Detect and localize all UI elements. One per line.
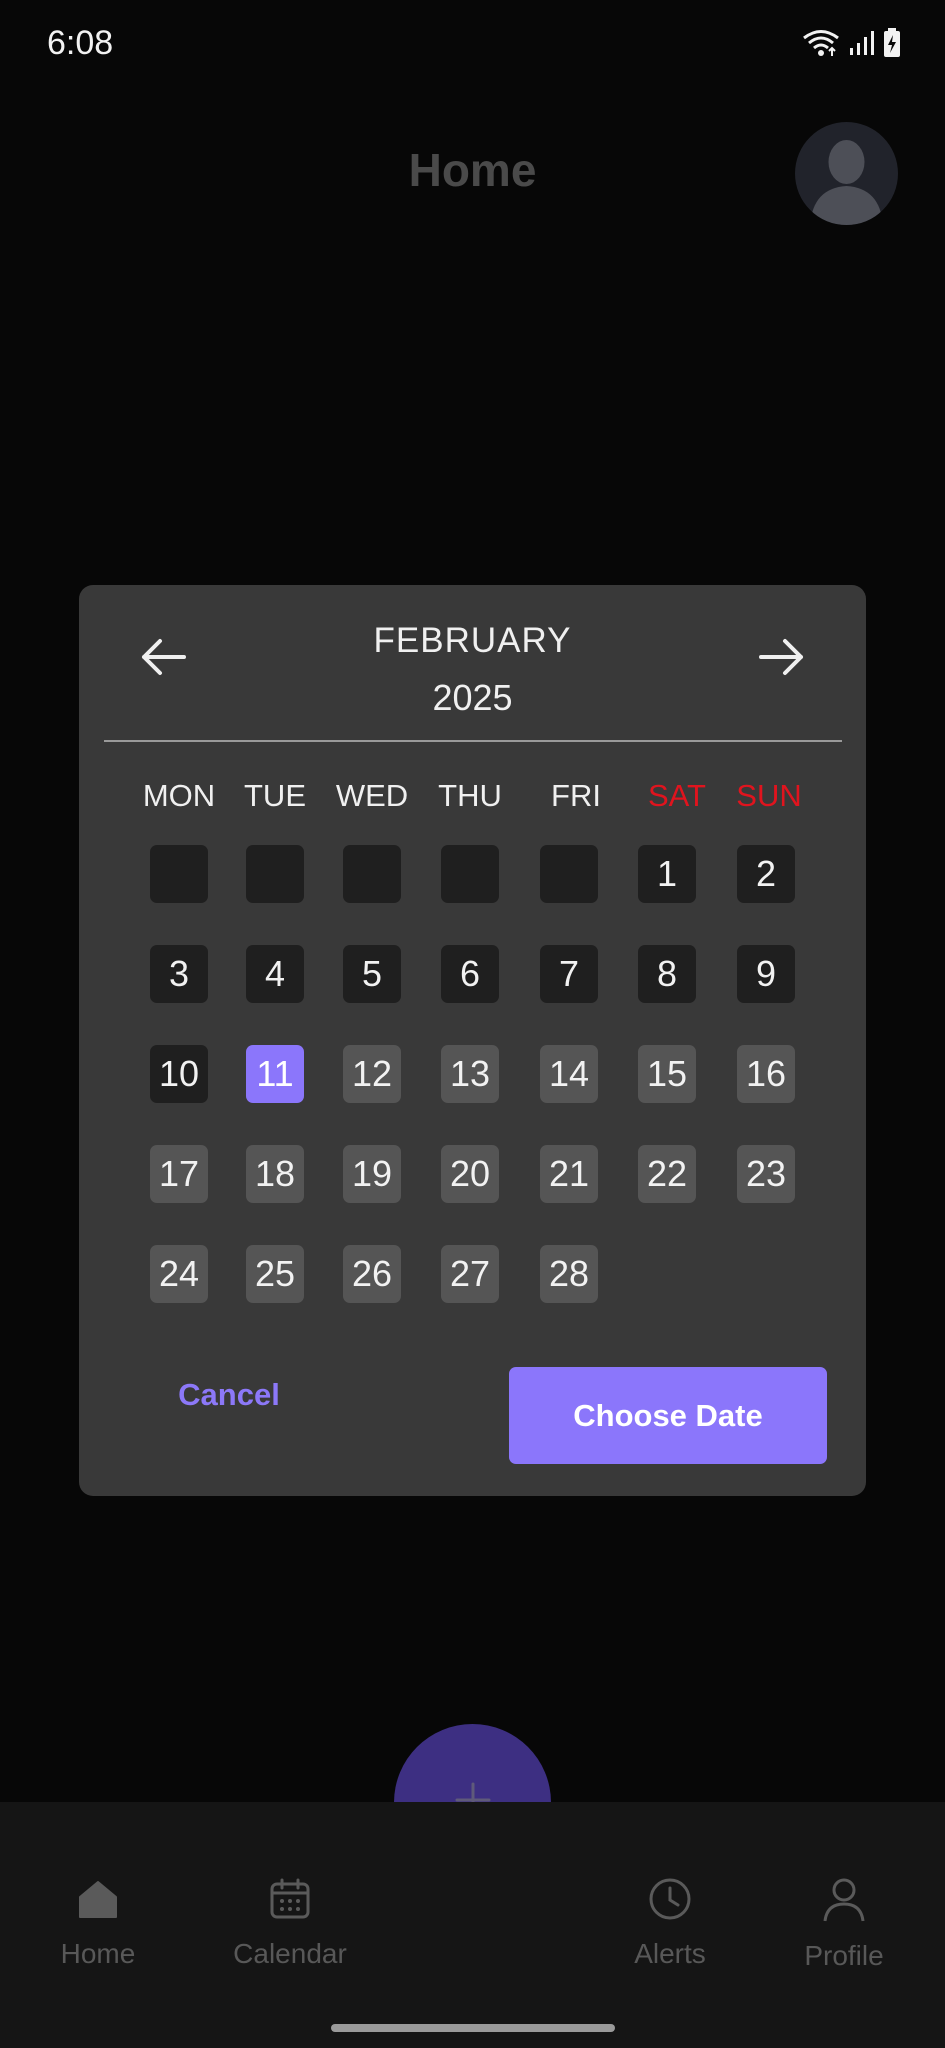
header-divider (104, 740, 842, 742)
home-icon (76, 1877, 120, 1926)
day-cell[interactable]: 16 (737, 1045, 795, 1103)
day-cell[interactable]: 25 (246, 1245, 304, 1303)
person-silhouette-icon (795, 122, 898, 225)
weekday-label-thu: THU (438, 778, 502, 813)
empty-day-cell (246, 845, 304, 903)
month-label: FEBRUARY (373, 621, 572, 660)
nav-item-calendar-label: Calendar (233, 1938, 347, 1969)
empty-day-cell (150, 845, 208, 903)
nav-item-calendar[interactable]: Calendar (215, 1877, 365, 1970)
day-cell[interactable]: 26 (343, 1245, 401, 1303)
status-time: 6:08 (47, 24, 114, 62)
nav-item-home[interactable]: Home (23, 1877, 173, 1970)
day-cell[interactable]: 10 (150, 1045, 208, 1103)
weekday-label-mon: MON (142, 778, 216, 813)
day-cell[interactable]: 15 (638, 1045, 696, 1103)
day-cell[interactable]: 1 (638, 845, 696, 903)
signal-icon (849, 29, 875, 57)
day-cell[interactable]: 13 (441, 1045, 499, 1103)
nav-item-profile-label: Profile (804, 1940, 884, 1971)
day-cell[interactable]: 28 (540, 1245, 598, 1303)
day-cell[interactable]: 24 (150, 1245, 208, 1303)
date-picker-dialog: FEBRUARY 2025 MON TUE WED THU FRI SAT SUN 1234… (79, 585, 866, 1496)
day-cell[interactable]: 18 (246, 1145, 304, 1203)
day-cell[interactable]: 23 (737, 1145, 795, 1203)
day-cell[interactable]: 27 (441, 1245, 499, 1303)
day-cell[interactable]: 5 (343, 945, 401, 1003)
next-month-button[interactable] (752, 629, 812, 689)
day-cell[interactable]: 17 (150, 1145, 208, 1203)
arrow-right-icon (759, 637, 805, 682)
avatar[interactable] (795, 122, 898, 225)
day-cell[interactable]: 21 (540, 1145, 598, 1203)
day-cell[interactable]: 20 (441, 1145, 499, 1203)
nav-item-alerts[interactable]: Alerts (595, 1877, 745, 1970)
weekday-label-tue: TUE (244, 778, 306, 813)
day-cell[interactable]: 9 (737, 945, 795, 1003)
day-cell[interactable]: 4 (246, 945, 304, 1003)
cancel-button[interactable]: Cancel (139, 1365, 319, 1425)
status-icons (801, 28, 901, 58)
day-cell[interactable]: 22 (638, 1145, 696, 1203)
weekday-label-fri: FRI (551, 778, 601, 813)
weekday-label-wed: WED (335, 778, 409, 813)
battery-charging-icon (883, 28, 901, 58)
nav-item-profile[interactable]: Profile (769, 1877, 919, 1972)
day-cell[interactable]: 2 (737, 845, 795, 903)
day-cell[interactable]: 19 (343, 1145, 401, 1203)
app-screen: 6:08 Home FEBRUARY 2025 MON TUE WED THU … (0, 0, 945, 2048)
calendar-icon (268, 1877, 312, 1926)
day-cell-selected[interactable]: 11 (246, 1045, 304, 1103)
bottom-navigation: Home Calendar Alerts Profile (0, 1802, 945, 2048)
nav-item-home-label: Home (60, 1938, 136, 1969)
empty-day-cell (343, 845, 401, 903)
year-label: 2025 (432, 677, 513, 718)
day-cell[interactable]: 3 (150, 945, 208, 1003)
clock-icon (648, 1877, 692, 1926)
day-cell[interactable]: 8 (638, 945, 696, 1003)
day-cell[interactable]: 6 (441, 945, 499, 1003)
empty-day-cell (540, 845, 598, 903)
status-bar: 6:08 (0, 0, 945, 90)
wifi-icon (801, 28, 841, 58)
weekday-label-sun: SUN (736, 778, 802, 813)
user-icon (822, 1877, 866, 1928)
home-indicator (331, 2024, 615, 2032)
day-cell[interactable]: 7 (540, 945, 598, 1003)
day-cell[interactable]: 12 (343, 1045, 401, 1103)
weekday-header-row: MON TUE WED THU FRI SAT SUN (79, 778, 866, 818)
empty-day-cell (441, 845, 499, 903)
nav-item-alerts-label: Alerts (634, 1938, 706, 1969)
choose-date-button[interactable]: Choose Date (509, 1367, 827, 1464)
day-cell[interactable]: 14 (540, 1045, 598, 1103)
